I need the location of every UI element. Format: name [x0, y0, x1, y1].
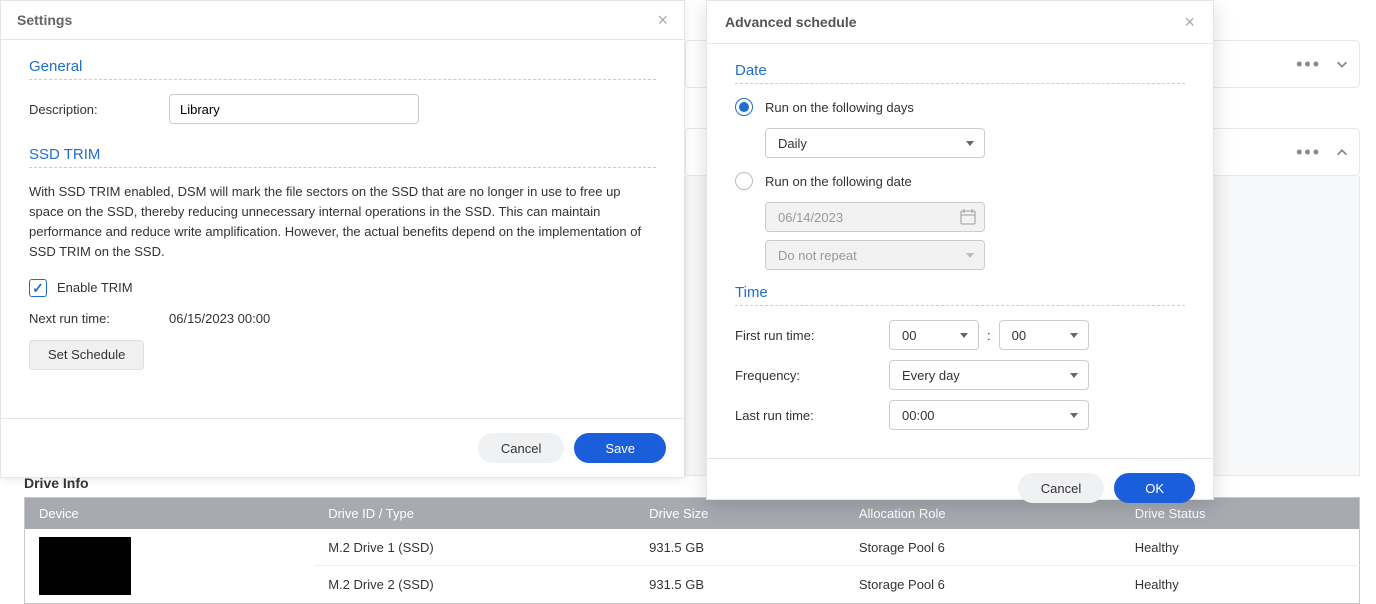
schedule-title: Advanced schedule: [725, 14, 857, 30]
repeat-value: Do not repeat: [778, 248, 857, 263]
drive-size: 931.5 GB: [635, 529, 845, 566]
divider: [29, 79, 656, 80]
first-run-label: First run time:: [735, 328, 889, 343]
trim-help-text: With SSD TRIM enabled, DSM will mark the…: [29, 182, 656, 263]
settings-footer: Cancel Save: [1, 418, 684, 477]
settings-body: General Description: SSD TRIM With SSD T…: [1, 40, 684, 418]
frequency-label: Frequency:: [735, 368, 889, 383]
divider: [29, 167, 656, 168]
days-select-value: Daily: [778, 136, 807, 151]
close-icon[interactable]: ×: [657, 11, 668, 29]
divider: [735, 83, 1185, 84]
schedule-header: Advanced schedule ×: [707, 1, 1213, 44]
last-run-label: Last run time:: [735, 408, 889, 423]
section-time: Time: [735, 284, 1185, 301]
next-run-row: Next run time: 06/15/2023 00:00: [29, 311, 656, 326]
hour-value: 00: [902, 328, 916, 343]
run-date-label: Run on the following date: [765, 174, 912, 189]
table-row: M.2 Drive 1 (SSD) 931.5 GB Storage Pool …: [25, 529, 1360, 566]
schedule-dialog: Advanced schedule × Date Run on the foll…: [706, 0, 1214, 500]
time-colon: :: [987, 328, 991, 343]
enable-trim-label: Enable TRIM: [57, 280, 133, 295]
settings-title: Settings: [17, 12, 72, 28]
drive-role: Storage Pool 6: [845, 566, 1121, 604]
drive-role: Storage Pool 6: [845, 529, 1121, 566]
chevron-up-icon[interactable]: [1335, 145, 1349, 159]
cancel-button[interactable]: Cancel: [1018, 473, 1104, 503]
frequency-value: Every day: [902, 368, 960, 383]
settings-header: Settings ×: [1, 1, 684, 40]
section-date: Date: [735, 62, 1185, 79]
date-value: 06/14/2023: [778, 210, 843, 225]
run-date-radio[interactable]: [735, 172, 753, 190]
divider: [735, 305, 1185, 306]
cancel-button[interactable]: Cancel: [478, 433, 564, 463]
settings-dialog: Settings × General Description: SSD TRIM…: [0, 0, 685, 478]
date-input: 06/14/2023: [765, 202, 985, 232]
device-cell: [25, 529, 315, 604]
drive-status: Healthy: [1121, 529, 1360, 566]
repeat-select: Do not repeat: [765, 240, 985, 270]
more-icon[interactable]: •••: [1296, 55, 1321, 73]
description-label: Description:: [29, 102, 169, 117]
next-run-value: 06/15/2023 00:00: [169, 311, 270, 326]
run-days-radio-row: Run on the following days: [735, 98, 1185, 116]
device-image: [39, 537, 131, 595]
next-run-label: Next run time:: [29, 311, 169, 326]
calendar-icon: [960, 209, 976, 225]
chevron-down-icon[interactable]: [1335, 57, 1349, 71]
description-input[interactable]: [169, 94, 419, 124]
enable-trim-checkbox[interactable]: [29, 279, 47, 297]
frequency-select[interactable]: Every day: [889, 360, 1089, 390]
enable-trim-row: Enable TRIM: [29, 279, 656, 297]
run-days-radio[interactable]: [735, 98, 753, 116]
col-device: Device: [25, 498, 315, 530]
section-ssd-trim: SSD TRIM: [29, 146, 656, 163]
drive-id: M.2 Drive 2 (SSD): [314, 566, 635, 604]
schedule-footer: Cancel OK: [707, 458, 1213, 517]
ok-button[interactable]: OK: [1114, 473, 1195, 503]
more-icon[interactable]: •••: [1296, 143, 1321, 161]
section-general: General: [29, 58, 656, 75]
schedule-body: Date Run on the following days Daily Run…: [707, 44, 1213, 458]
hour-select[interactable]: 00: [889, 320, 979, 350]
set-schedule-button[interactable]: Set Schedule: [29, 340, 144, 370]
save-button[interactable]: Save: [574, 433, 666, 463]
first-run-row: First run time: 00 : 00: [735, 320, 1185, 350]
days-select[interactable]: Daily: [765, 128, 985, 158]
minute-value: 00: [1012, 328, 1026, 343]
last-run-row: Last run time: 00:00: [735, 400, 1185, 430]
drive-status: Healthy: [1121, 566, 1360, 604]
minute-select[interactable]: 00: [999, 320, 1089, 350]
description-row: Description:: [29, 94, 656, 124]
close-icon[interactable]: ×: [1184, 13, 1195, 31]
frequency-row: Frequency: Every day: [735, 360, 1185, 390]
last-run-select[interactable]: 00:00: [889, 400, 1089, 430]
drive-id: M.2 Drive 1 (SSD): [314, 529, 635, 566]
drive-size: 931.5 GB: [635, 566, 845, 604]
run-days-label: Run on the following days: [765, 100, 914, 115]
last-run-value: 00:00: [902, 408, 935, 423]
run-date-radio-row: Run on the following date: [735, 172, 1185, 190]
col-id: Drive ID / Type: [314, 498, 635, 530]
